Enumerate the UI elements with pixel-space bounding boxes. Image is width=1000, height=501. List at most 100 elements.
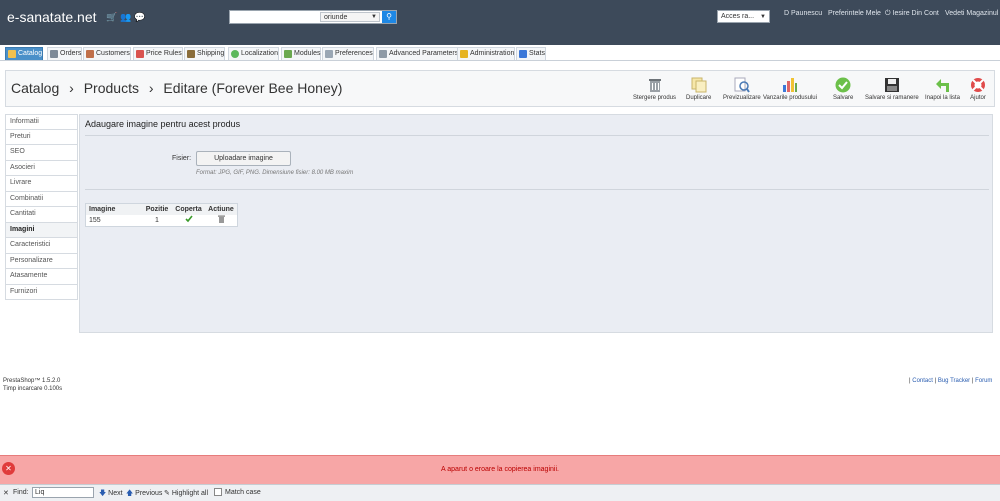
delete-image-button[interactable] (205, 215, 237, 226)
nav-item-furnizori[interactable]: Furnizori (5, 284, 78, 300)
search-scope-select[interactable]: oriunde ▼ (320, 12, 380, 22)
images-panel: Adaugare imagine pentru acest produs Fis… (79, 114, 993, 333)
arrow-down-icon: 🡇 (99, 490, 107, 497)
lifebuoy-icon (971, 78, 985, 92)
nav-item-personalizare[interactable]: Personalizare (5, 253, 78, 269)
footer-links: | Contact | Bug Tracker | Forum (909, 378, 993, 384)
breadcrumb-products: Products (83, 80, 139, 96)
version-text: PrestaShop™ 1.5.2.0 (3, 378, 61, 384)
back-arrow-icon (935, 79, 949, 92)
orders-icon (50, 50, 58, 58)
nav-item-imagini[interactable]: Imagini (5, 222, 78, 238)
contact-link[interactable]: Contact (912, 378, 933, 384)
cover-check-icon[interactable] (172, 215, 205, 226)
column-header-cover: Coperta (175, 206, 202, 213)
column-header-image: Imagine (89, 206, 116, 213)
power-icon: ⏻ (885, 10, 891, 17)
error-message-bar: ✕ A aparut o eroare la copierea imaginii… (0, 455, 1000, 484)
tab-advanced-parameters[interactable]: Advanced Parameters (376, 47, 460, 60)
save-and-stay-button[interactable]: Salvare si ramanere (865, 77, 919, 101)
help-button[interactable]: Ajutor (970, 77, 986, 101)
find-input[interactable]: Liq (32, 487, 94, 498)
tab-modules[interactable]: Modules (281, 47, 322, 60)
close-icon[interactable]: ✕ (3, 489, 9, 497)
cart-icon[interactable]: 🛒 (106, 12, 117, 22)
save-button[interactable]: Salvare (833, 77, 853, 101)
tab-orders[interactable]: Orders (47, 47, 83, 60)
footer-info: PrestaShop™ 1.5.2.0 Timp incarcare 0.100… (3, 377, 62, 393)
tab-shipping[interactable]: Shipping (184, 47, 226, 60)
delete-product-button[interactable]: Stergere produs (633, 77, 676, 101)
breadcrumb-separator: › (69, 80, 74, 96)
images-table: Imagine Pozitie Coperta Actiune 155 1 (85, 203, 238, 227)
nav-item-cantitati[interactable]: Cantitati (5, 207, 78, 223)
localization-icon (231, 50, 239, 58)
forum-link[interactable]: Forum (975, 378, 992, 384)
modules-icon (284, 50, 292, 58)
error-message: A aparut o eroare la copierea imaginii. (441, 466, 559, 473)
divider (85, 189, 989, 190)
tab-customers[interactable]: Customers (83, 47, 131, 60)
chevron-down-icon: ▼ (371, 14, 377, 20)
user-name: D Paunescu (784, 10, 823, 17)
back-to-list-button[interactable]: Inapoi la lista (925, 77, 960, 101)
nav-item-seo[interactable]: SEO (5, 145, 78, 161)
tab-price-rules[interactable]: Price Rules (133, 47, 183, 60)
nav-item-livrare[interactable]: Livrare (5, 176, 78, 192)
nav-item-informatii[interactable]: Informatii (5, 114, 78, 130)
stats-icon (519, 50, 527, 58)
shipping-icon (187, 50, 195, 58)
highlight-all-button[interactable]: ✎ Highlight all (164, 489, 208, 497)
search-icon: ⚲ (386, 12, 392, 21)
nav-item-preturi[interactable]: Preturi (5, 129, 78, 145)
column-header-action: Actiune (208, 206, 234, 213)
find-previous-button[interactable]: 🡅 Previous (126, 489, 162, 500)
duplicate-icon (691, 77, 707, 93)
browser-find-bar: ✕ Find: Liq 🡇 Next 🡅 Previous ✎ Highligh… (0, 484, 1000, 501)
preview-button[interactable]: Previzualizare (723, 77, 761, 101)
breadcrumb: Catalog › Products › Editare (Forever Be… (11, 80, 342, 96)
highlighter-icon: ✎ (164, 490, 170, 497)
quick-access-select[interactable]: Acces ra... ▼ (717, 10, 770, 23)
page-title: Editare (Forever Bee Honey) (163, 80, 343, 96)
search-button[interactable]: ⚲ (382, 11, 396, 23)
find-next-button[interactable]: 🡇 Next (99, 489, 123, 500)
preferences-icon (325, 50, 333, 58)
wrench-icon (379, 50, 387, 58)
customers-icon[interactable]: 👥 (120, 12, 131, 22)
nav-item-combinatii[interactable]: Combinatii (5, 191, 78, 207)
price-rules-icon (136, 50, 144, 58)
column-header-position: Pozitie (145, 206, 169, 213)
product-sales-button[interactable]: Vanzarile produsului (763, 77, 817, 101)
trash-icon (648, 79, 661, 92)
logout-link[interactable]: ⏻ Iesire Din Cont (885, 10, 939, 18)
image-cell: 155 (89, 217, 101, 224)
messages-icon[interactable]: 💬 (134, 12, 145, 22)
arrow-up-icon: 🡅 (126, 490, 134, 497)
nav-item-caracteristici[interactable]: Caracteristici (5, 238, 78, 254)
tab-localization[interactable]: Localization (228, 47, 279, 60)
load-time-text: Timp incarcare 0.100s (3, 386, 63, 392)
find-label: Find: (13, 489, 29, 496)
my-preferences-link[interactable]: Preferintele Mele (828, 10, 881, 17)
bug-tracker-link[interactable]: Bug Tracker (938, 378, 970, 384)
main-menu-tabs: Catalog Orders Customers Price Rules Shi… (0, 45, 1000, 61)
nav-item-atasamente[interactable]: Atasamente (5, 269, 78, 285)
shop-logo[interactable]: e-sanatate.net (7, 9, 97, 25)
view-store-link[interactable]: Vedeti Magazinul (945, 10, 998, 17)
tab-preferences[interactable]: Preferences (322, 47, 374, 60)
tab-catalog[interactable]: Catalog (5, 47, 44, 60)
position-cell: 1 (155, 217, 159, 224)
panel-title: Adaugare imagine pentru acest produs (85, 119, 241, 129)
nav-item-asocieri[interactable]: Asocieri (5, 160, 78, 176)
chevron-down-icon: ▼ (760, 14, 766, 20)
floppy-disk-icon (884, 78, 899, 92)
search-input[interactable]: oriunde ▼ ⚲ (229, 10, 397, 24)
tab-stats[interactable]: Stats (516, 47, 546, 60)
page-title-bar: Catalog › Products › Editare (Forever Be… (5, 70, 995, 107)
admin-header: e-sanatate.net 🛒 👥 💬 oriunde ▼ ⚲ Acces r… (0, 0, 1000, 45)
duplicate-button[interactable]: Duplicare (686, 77, 711, 101)
match-case-checkbox[interactable] (214, 488, 222, 496)
tab-administration[interactable]: Administration (457, 47, 516, 60)
upload-image-button[interactable]: Uploadare imagine (196, 151, 291, 166)
